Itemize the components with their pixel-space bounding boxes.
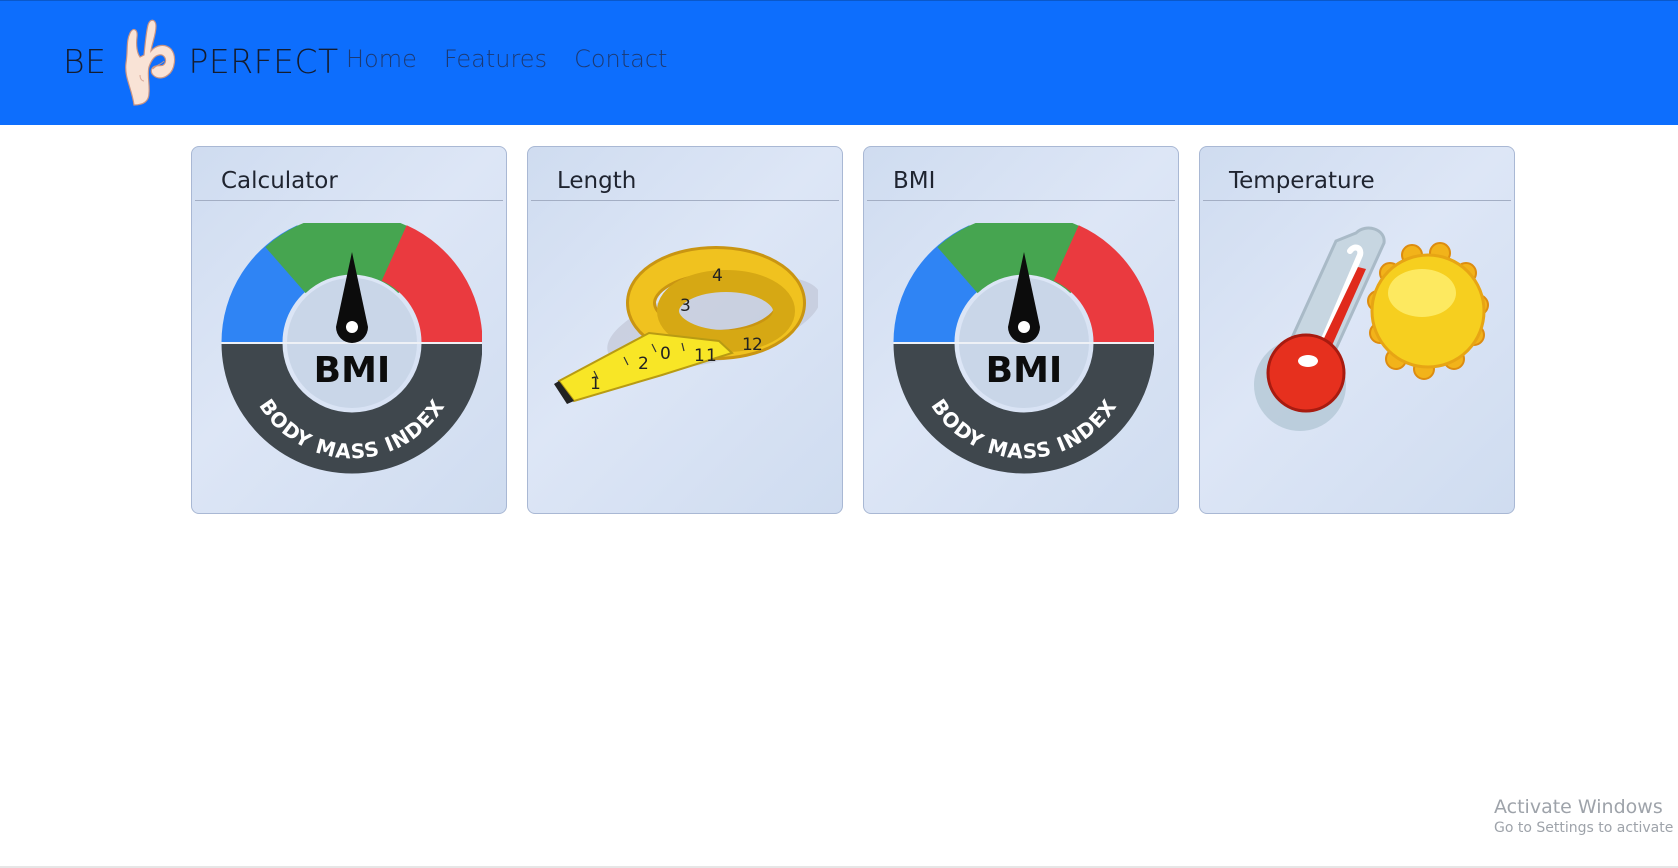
nav-link-contact[interactable]: Contact [574, 45, 667, 73]
tape-mark: 4 [712, 266, 723, 286]
watermark-subtitle: Go to Settings to activate Windows. [1494, 820, 1678, 836]
card-title: Temperature [1229, 168, 1375, 194]
bmi-label: BMI [986, 350, 1063, 391]
navbar: BE PERFECT Home Features Contact [0, 0, 1678, 125]
tape-mark: 1 [694, 346, 705, 366]
watermark-title: Activate Windows [1494, 796, 1663, 818]
card-calculator[interactable]: Calculator BMI BODY MASS INDEX [191, 146, 507, 514]
tape-mark: 3 [680, 296, 691, 316]
bmi-gauge-icon: BMI BODY MASS INDEX [893, 223, 1154, 474]
card-header: Calculator [195, 147, 503, 201]
brand-left-text: BE [63, 41, 107, 81]
nav-link-features[interactable]: Features [444, 45, 547, 73]
bmi-gauge-icon: BMI BODY MASS INDEX [221, 223, 482, 474]
card-bmi[interactable]: BMI BMI BODY MASS INDEX [863, 146, 1179, 514]
windows-activation-watermark: Activate Windows Go to Settings to activ… [1494, 796, 1678, 836]
card-header: Length [531, 147, 839, 201]
card-header: Temperature [1203, 147, 1511, 201]
feature-cards: Calculator BMI BODY MASS INDEX Length 1 … [191, 146, 1535, 514]
ok-hand-icon [125, 19, 176, 106]
nav-links: Home Features Contact [346, 45, 694, 73]
brand-logo[interactable]: BE PERFECT [63, 15, 339, 107]
brand-right-text: PERFECT [188, 41, 339, 81]
nav-link-home[interactable]: Home [346, 45, 417, 73]
measuring-tape-icon: 1 2 3 0 1 1 1 2 4 [554, 246, 818, 404]
bmi-label: BMI [314, 350, 391, 391]
tape-mark: 1 [590, 374, 601, 394]
card-title: Length [557, 168, 637, 194]
card-header: BMI [867, 147, 1175, 201]
thermometer-sun-icon [1254, 226, 1489, 431]
tape-mark: 0 [660, 344, 671, 364]
tape-mark: 2 [638, 354, 649, 374]
card-length[interactable]: Length 1 2 3 0 1 1 1 2 4 [527, 146, 843, 514]
tape-mark: 1 [706, 346, 717, 366]
card-title: Calculator [221, 168, 338, 194]
card-title: BMI [893, 168, 936, 194]
tape-mark: 2 [752, 335, 763, 355]
card-temperature[interactable]: Temperature [1199, 146, 1515, 514]
